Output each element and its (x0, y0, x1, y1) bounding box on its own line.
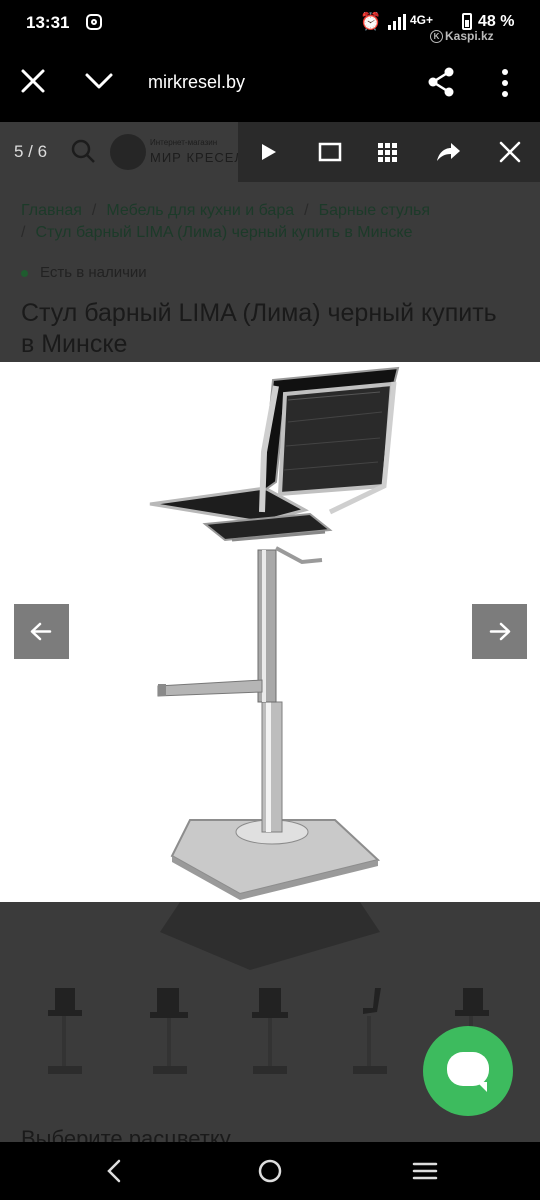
arrow-right-icon (489, 622, 511, 641)
next-image-button[interactable] (472, 604, 527, 659)
stock-status: Есть в наличии (21, 264, 147, 281)
breadcrumb-separator: / (21, 224, 26, 241)
nav-recents-icon[interactable] (410, 1156, 440, 1186)
nav-back-icon[interactable] (100, 1156, 130, 1186)
kaspi-watermark: K Kaspi.kz (430, 29, 494, 44)
breadcrumb-home[interactable]: Главная (21, 202, 82, 219)
status-bar: 13:31 ⏰ 4G+ 48 % K Kaspi.kz (0, 0, 540, 44)
system-nav-bar (0, 1142, 540, 1200)
in-stock-dot-icon (21, 269, 28, 277)
thumbnail-1[interactable] (20, 980, 110, 1090)
breadcrumb-separator: / (304, 202, 309, 219)
kaspi-watermark-text: Kaspi.kz (445, 29, 494, 43)
signal-icon (388, 14, 406, 30)
status-time: 13:31 (26, 13, 70, 32)
network-type: 4G+ (410, 13, 434, 27)
gallery-tools (238, 122, 540, 182)
thumbnail-3[interactable] (225, 980, 315, 1090)
nav-home-icon[interactable] (255, 1156, 285, 1186)
bar-stool-image (149, 366, 400, 900)
more-vert-icon[interactable] (498, 68, 512, 98)
breadcrumb: Главная / Мебель для кухни и бара / Барные с… (21, 200, 521, 244)
browser-toolbar: mirkresel.by (0, 44, 540, 122)
page-title: Стул барный LIMA (Лима) черный купить в … (21, 299, 497, 358)
image-counter: 5 / 6 (14, 142, 48, 161)
choose-color-heading: Выберите расцветку (21, 1126, 231, 1142)
thumbnail-4[interactable] (325, 980, 415, 1090)
chat-bubble-icon (447, 1052, 489, 1092)
url-text[interactable]: mirkresel.by (148, 72, 245, 93)
search-icon (71, 139, 95, 163)
gallery-toolbar: 5 / 6 (0, 122, 540, 182)
prev-image-button[interactable] (14, 604, 69, 659)
chat-button[interactable] (423, 1026, 513, 1116)
breadcrumb-current: Стул барный LIMA (Лима) черный купить в … (35, 224, 413, 241)
thumbnail-2[interactable] (125, 980, 215, 1090)
close-gallery-icon[interactable] (496, 138, 524, 166)
kaspi-logo-icon: K (430, 30, 443, 44)
arrow-left-icon (30, 622, 52, 641)
chair-base-shadow (160, 902, 380, 970)
share-icon[interactable] (426, 66, 456, 98)
chevron-down-icon[interactable] (84, 70, 114, 92)
breadcrumb-bar-stools[interactable]: Барные стулья (319, 202, 430, 219)
share-arrow-icon[interactable] (434, 138, 462, 166)
stock-text: Есть в наличии (40, 264, 147, 281)
gallery-main-image[interactable] (0, 362, 540, 902)
battery-icon (462, 13, 472, 30)
grid-thumbnails-icon[interactable] (374, 138, 402, 166)
alarm-icon: ⏰ (360, 12, 382, 31)
fullscreen-icon[interactable] (316, 138, 344, 166)
play-slideshow-icon[interactable] (254, 138, 282, 166)
instagram-icon (86, 14, 102, 30)
breadcrumb-furniture[interactable]: Мебель для кухни и бара (106, 202, 294, 219)
close-icon[interactable] (20, 68, 46, 94)
breadcrumb-separator: / (91, 202, 97, 219)
